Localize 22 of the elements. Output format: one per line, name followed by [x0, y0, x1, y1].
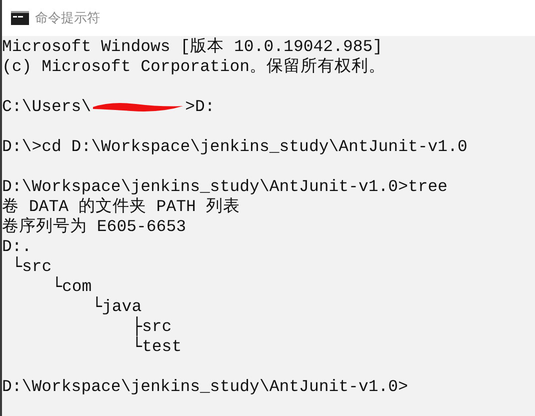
tree-branch-glyph: └	[132, 337, 142, 357]
tree-branch-glyph: └	[92, 297, 102, 317]
folder-name: java	[102, 297, 142, 316]
tree-branch-glyph: └	[52, 277, 62, 297]
console-line: (c) Microsoft Corporation。保留所有权利。	[2, 57, 386, 77]
folder-name: test	[142, 337, 182, 357]
tree-branch-glyph: └	[12, 257, 22, 277]
console-line: 卷序列号为 E605-6653	[2, 217, 186, 237]
console-line: 卷 DATA 的文件夹 PATH 列表	[2, 197, 240, 217]
console-line: Microsoft Windows [版本 10.0.19042.985]	[2, 37, 383, 57]
tree-branch-glyph: ├	[132, 317, 142, 336]
terminal-icon	[11, 11, 29, 25]
tree-root: D:.	[2, 237, 32, 256]
console-line: D:\Workspace\jenkins_study\AntJunit-v1.0>tree	[2, 177, 448, 197]
console-prefix: C:\Users\	[2, 97, 92, 117]
console-command: >D:	[185, 97, 215, 117]
folder-name: src	[22, 257, 52, 277]
window-title: 命令提示符	[35, 10, 100, 27]
folder-name: com	[62, 277, 92, 297]
console-line: D:\>cd D:\Workspace\jenkins_study\AntJunit-v1.0	[2, 137, 468, 157]
folder-name: src	[142, 317, 172, 336]
console-line: D:\Workspace\jenkins_study\AntJunit-v1.0>	[2, 377, 408, 397]
